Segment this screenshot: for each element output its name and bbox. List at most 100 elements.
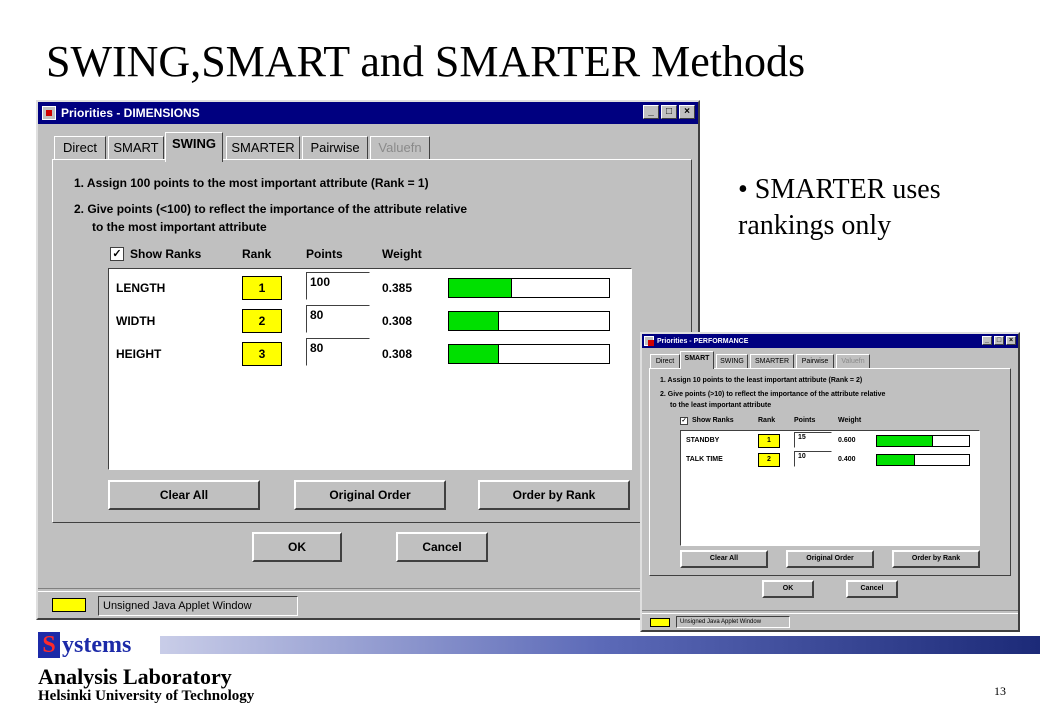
warning-key-icon: [52, 598, 86, 612]
weight-value: 0.308: [382, 347, 413, 361]
tab-label: SWING: [171, 136, 217, 151]
weight-bar: [448, 278, 610, 298]
instruction-2b: to the most important attribute: [92, 220, 267, 234]
footer-gradient-bar: [160, 636, 1040, 654]
instruction-2a: 2. Give points (>10) to reflect the impo…: [660, 391, 886, 398]
points-input[interactable]: 10: [794, 451, 832, 467]
weight-value: 0.600: [838, 437, 856, 444]
show-ranks-checkbox[interactable]: ✓: [110, 247, 124, 261]
tab-smart[interactable]: SMART: [108, 136, 164, 160]
attribute-name: HEIGHT: [116, 347, 162, 361]
attribute-name: WIDTH: [116, 314, 156, 328]
status-divider: [38, 588, 698, 592]
small-window-title: Priorities - PERFORMANCE: [657, 337, 749, 345]
points-input[interactable]: 80: [306, 305, 370, 333]
points-input[interactable]: 15: [794, 432, 832, 448]
main-window-titlebar[interactable]: Priorities - DIMENSIONS _ □ ×: [38, 102, 698, 124]
cancel-button[interactable]: Cancel: [396, 532, 488, 562]
weight-bar-fill: [449, 312, 500, 330]
university-name: Helsinki University of Technology: [38, 688, 255, 704]
weight-bar-fill: [449, 345, 500, 363]
rank-header: Rank: [758, 417, 776, 424]
ok-button[interactable]: OK: [762, 580, 814, 598]
weight-bar-fill: [877, 455, 915, 465]
maximize-button[interactable]: □: [661, 105, 677, 119]
tab-valuefn: Valuefn: [370, 136, 430, 160]
rank-badge: 1: [758, 434, 780, 448]
tab-swing[interactable]: SWING: [165, 132, 223, 162]
tab-smarter[interactable]: SMARTER: [750, 354, 794, 368]
weight-bar: [876, 435, 970, 447]
weight-bar-fill: [449, 279, 512, 297]
small-window-titlebar[interactable]: Priorities - PERFORMANCE _ □ ×: [642, 334, 1018, 348]
slide-title: SWING,SMART and SMARTER Methods: [46, 37, 806, 86]
attribute-name: STANDBY: [686, 437, 720, 444]
tab-smart[interactable]: SMART: [680, 351, 714, 369]
minimize-button[interactable]: _: [643, 105, 659, 119]
tab-label: SMART: [113, 140, 159, 155]
show-ranks-checkbox[interactable]: ✓: [680, 417, 688, 425]
weight-bar: [876, 454, 970, 466]
instruction-2b: to the least important attribute: [670, 402, 772, 409]
weight-value: 0.400: [838, 456, 856, 463]
attribute-name: LENGTH: [116, 281, 166, 295]
tab-direct[interactable]: Direct: [54, 136, 106, 160]
weight-bar-fill: [877, 436, 934, 446]
weight-header: Weight: [382, 247, 422, 261]
warning-key-icon: [650, 618, 670, 627]
tab-label: SMART: [684, 355, 710, 362]
minimize-button[interactable]: _: [982, 336, 992, 345]
clear-all-button[interactable]: Clear All: [108, 480, 260, 510]
tab-pairwise[interactable]: Pairwise: [302, 136, 368, 160]
show-ranks-label: Show Ranks: [692, 417, 734, 424]
rank-badge: 3: [242, 342, 282, 366]
clear-all-button[interactable]: Clear All: [680, 550, 768, 568]
tab-smarter[interactable]: SMARTER: [226, 136, 300, 160]
order-by-rank-button[interactable]: Order by Rank: [892, 550, 980, 568]
instruction-1: 1. Assign 100 points to the most importa…: [74, 176, 429, 190]
close-button[interactable]: ×: [1006, 336, 1016, 345]
weight-header: Weight: [838, 417, 862, 424]
tab-direct[interactable]: Direct: [650, 354, 680, 368]
attribute-list: [108, 268, 632, 470]
main-window-title: Priorities - DIMENSIONS: [61, 106, 200, 120]
small-window: Priorities - PERFORMANCE _ □ × Direct SM…: [640, 332, 1020, 632]
instruction-1: 1. Assign 10 points to the least importa…: [660, 377, 863, 384]
tab-valuefn: Valuefn: [836, 354, 870, 368]
tab-label: Pairwise: [310, 140, 360, 155]
order-by-rank-button[interactable]: Order by Rank: [478, 480, 630, 510]
main-window: Priorities - DIMENSIONS _ □ × Direct SMA…: [36, 100, 700, 620]
weight-bar: [448, 344, 610, 364]
tab-label: Valuefn: [378, 140, 422, 155]
tab-label: SWING: [720, 358, 744, 365]
rank-header: Rank: [242, 247, 272, 261]
status-text: Unsigned Java Applet Window: [676, 616, 790, 628]
close-button[interactable]: ×: [679, 105, 695, 119]
status-divider: [642, 610, 1018, 614]
lab-name: Analysis Laboratory: [38, 664, 232, 689]
java-app-icon: [42, 106, 56, 120]
weight-value: 0.308: [382, 314, 413, 328]
cancel-button[interactable]: Cancel: [846, 580, 898, 598]
points-header: Points: [794, 417, 816, 424]
weight-bar: [448, 311, 610, 331]
points-input[interactable]: 100: [306, 272, 370, 300]
logo-s-letter: S: [38, 632, 60, 658]
rank-badge: 2: [758, 453, 780, 467]
java-app-icon: [644, 336, 654, 346]
bullet-text: • SMARTER uses rankings only: [738, 174, 941, 241]
maximize-button[interactable]: □: [994, 336, 1004, 345]
original-order-button[interactable]: Original Order: [786, 550, 874, 568]
weight-value: 0.385: [382, 281, 413, 295]
tab-pairwise[interactable]: Pairwise: [796, 354, 834, 368]
tab-swing[interactable]: SWING: [716, 354, 748, 368]
original-order-button[interactable]: Original Order: [294, 480, 446, 510]
ok-button[interactable]: OK: [252, 532, 342, 562]
points-input[interactable]: 80: [306, 338, 370, 366]
status-text: Unsigned Java Applet Window: [98, 596, 298, 616]
logo-systems-text: ystems: [62, 632, 132, 658]
rank-badge: 1: [242, 276, 282, 300]
tab-label: SMARTER: [231, 140, 295, 155]
tab-label: Direct: [655, 358, 675, 365]
page-number: 13: [994, 684, 1006, 698]
